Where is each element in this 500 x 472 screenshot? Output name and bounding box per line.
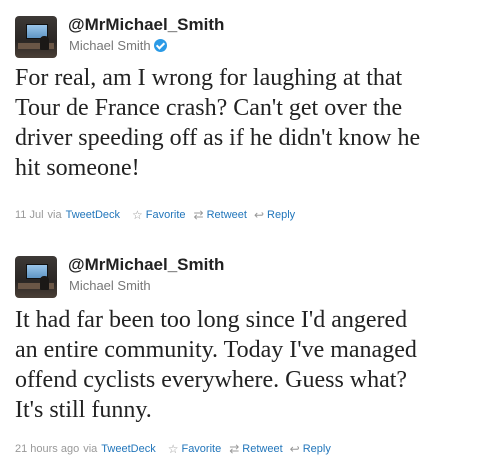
retweet-icon: ⇄ (229, 442, 240, 456)
timestamp[interactable]: 11 Jul (15, 209, 44, 221)
favorite-label: Favorite (181, 443, 222, 455)
reply-label: Reply (267, 209, 296, 221)
via-label: via (83, 443, 98, 455)
favorite-label: Favorite (145, 209, 186, 221)
tweet-meta: 21 hours ago via TweetDeck ☆ Favorite ⇄ … (15, 442, 331, 456)
client-link[interactable]: TweetDeck (66, 209, 120, 221)
retweet-label: Retweet (206, 209, 247, 221)
verified-badge-icon (153, 39, 167, 52)
via-label: via (47, 209, 62, 221)
timestamp[interactable]: 21 hours ago (15, 443, 79, 455)
reply-button[interactable]: ↩ Reply (290, 442, 331, 456)
user-handle[interactable]: @MrMichael_Smith (68, 255, 224, 275)
tweet-text-line: It had far been too long since I'd anger… (15, 307, 408, 333)
favorite-button[interactable]: ☆ Favorite (168, 442, 222, 456)
tweet-text-line: hit someone! (15, 155, 140, 181)
favorite-button[interactable]: ☆ Favorite (132, 208, 186, 222)
retweet-button[interactable]: ⇄ Retweet (194, 208, 247, 222)
reply-icon: ↩ (289, 442, 300, 456)
tweet-text-line: offend cyclists everywhere. Guess what? (15, 367, 408, 393)
user-handle[interactable]: @MrMichael_Smith (68, 15, 224, 35)
tweet-text: It had far been too long since I'd anger… (15, 305, 495, 425)
tweet-card: @MrMichael_Smith Michael Smith It had fa… (0, 238, 500, 472)
display-name-row: Michael Smith (69, 38, 167, 53)
display-name[interactable]: Michael Smith (69, 278, 151, 293)
star-icon: ☆ (132, 208, 143, 222)
client-link[interactable]: TweetDeck (101, 443, 155, 455)
tweet-text-line: an entire community. Today I've managed (15, 337, 417, 363)
reply-button[interactable]: ↩ Reply (254, 208, 295, 222)
retweet-label: Retweet (242, 443, 283, 455)
avatar[interactable] (15, 256, 57, 298)
retweet-icon: ⇄ (193, 208, 204, 222)
tweet-text: For real, am I wrong for laughing at tha… (15, 63, 495, 183)
tweet-text-line: Tour de France crash? Can't get over the (15, 95, 403, 121)
reply-label: Reply (302, 443, 331, 455)
avatar-person-shape (40, 276, 49, 290)
display-name[interactable]: Michael Smith (69, 38, 151, 53)
tweet-meta: 11 Jul via TweetDeck ☆ Favorite ⇄ Retwee… (15, 208, 295, 222)
reply-icon: ↩ (253, 208, 265, 222)
tweet-card: @MrMichael_Smith Michael Smith For real,… (0, 0, 500, 238)
tweet-text-line: driver speeding off as if he didn't know… (15, 125, 421, 151)
avatar[interactable] (15, 16, 57, 58)
retweet-button[interactable]: ⇄ Retweet (229, 442, 282, 456)
display-name-row: Michael Smith (69, 278, 151, 293)
tweet-text-line: It's still funny. (15, 397, 152, 423)
star-icon: ☆ (167, 442, 179, 456)
avatar-person-shape (40, 36, 49, 50)
tweet-text-line: For real, am I wrong for laughing at tha… (15, 65, 403, 91)
